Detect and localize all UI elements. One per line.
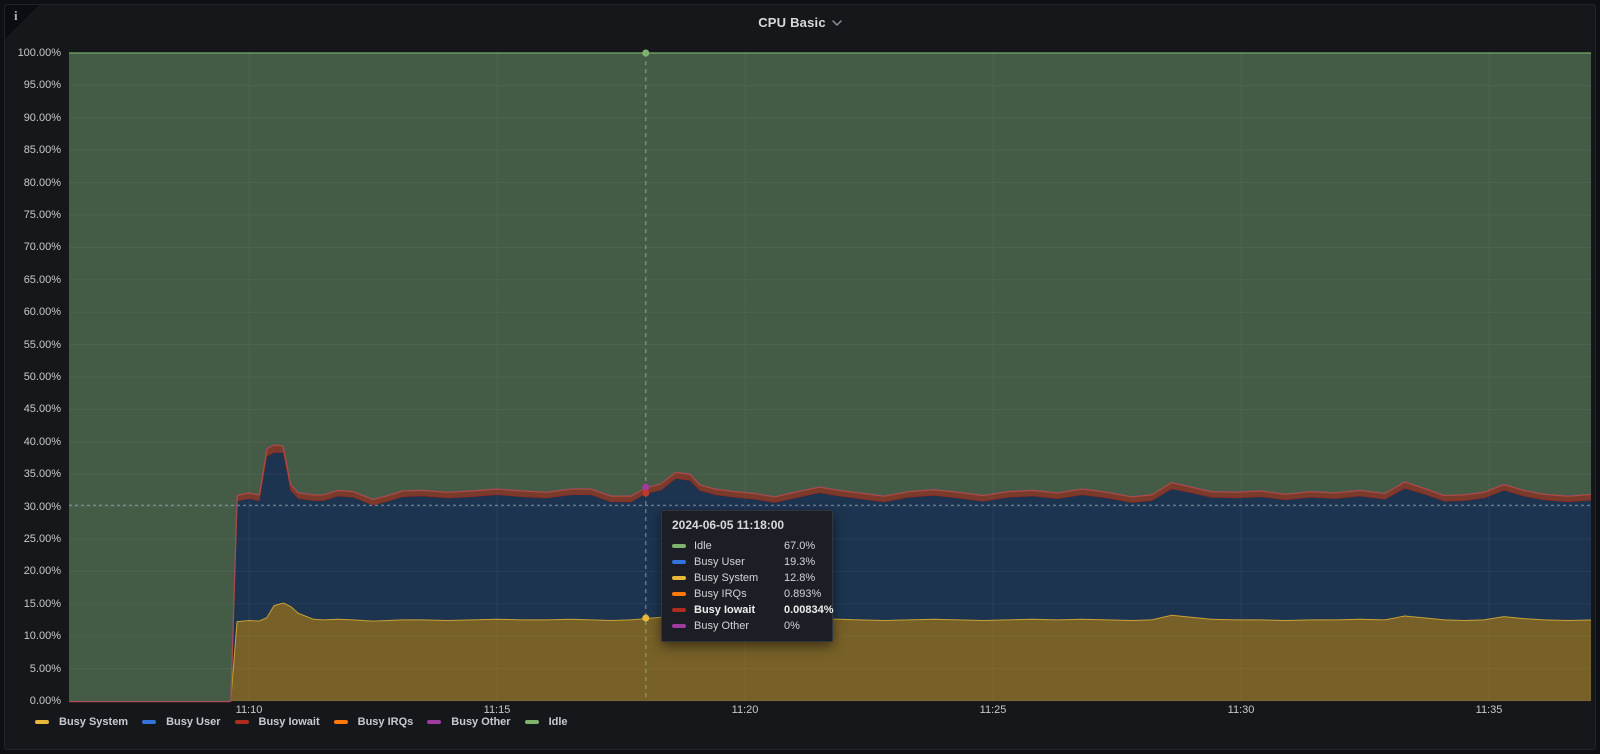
legend-item-busy-system[interactable]: Busy System bbox=[35, 716, 128, 728]
tooltip-rows: Idle 67.0% Busy User 19.3% Busy System 12.8% B… bbox=[672, 538, 834, 634]
panel-info-corner[interactable]: i bbox=[5, 5, 41, 41]
tooltip-series-label: Busy System bbox=[694, 572, 759, 584]
tooltip-series-swatch-icon bbox=[672, 544, 686, 548]
panel-header-menu[interactable]: CPU Basic bbox=[5, 5, 1595, 39]
tooltip-series-label: Busy IRQs bbox=[694, 588, 747, 600]
legend: Busy System Busy User Busy Iowait Busy IRQs… bbox=[35, 716, 568, 728]
info-icon: i bbox=[14, 8, 18, 23]
tooltip-row: Busy Iowait 0.00834% bbox=[672, 602, 834, 618]
tooltip-row: Busy User 19.3% bbox=[672, 554, 822, 570]
legend-item-idle[interactable]: Idle bbox=[524, 716, 568, 728]
chevron-down-icon bbox=[832, 19, 842, 26]
tooltip-series-label: Busy Other bbox=[694, 620, 750, 632]
tooltip-row: Busy Other 0% bbox=[672, 618, 822, 634]
legend-item-label: Busy User bbox=[166, 716, 221, 728]
legend-swatch-icon bbox=[333, 720, 348, 724]
legend-item-busy-user[interactable]: Busy User bbox=[142, 716, 221, 728]
legend-swatch-icon bbox=[35, 720, 49, 724]
legend-item-label: Busy IRQs bbox=[357, 716, 414, 728]
tooltip-series-label: Busy Iowait bbox=[694, 604, 756, 616]
hover-marker-dot bbox=[642, 489, 650, 497]
tooltip-series-label: Busy User bbox=[694, 556, 745, 568]
hover-marker-dot bbox=[642, 614, 650, 622]
tooltip-series-label: Idle bbox=[694, 540, 712, 552]
legend-item-label: Busy Iowait bbox=[258, 716, 320, 728]
legend-item-busy-iowait[interactable]: Busy Iowait bbox=[234, 716, 320, 728]
tooltip-row: Busy IRQs 0.893% bbox=[672, 586, 822, 602]
tooltip-series-value: 0.00834% bbox=[784, 604, 834, 616]
tooltip-series-swatch-icon bbox=[672, 624, 686, 628]
tooltip-series-value: 12.8% bbox=[784, 572, 816, 584]
tooltip-timestamp: 2024-06-05 11:18:00 bbox=[672, 518, 785, 532]
legend-item-label: Busy Other bbox=[451, 716, 511, 728]
tooltip-series-value: 67.0% bbox=[784, 540, 816, 552]
hover-marker-dot bbox=[642, 49, 650, 57]
tooltip-series-value: 19.3% bbox=[784, 556, 816, 568]
tooltip-series-swatch-icon bbox=[672, 560, 686, 564]
legend-item-label: Idle bbox=[548, 716, 568, 728]
legend-swatch-icon bbox=[142, 720, 157, 724]
tooltip-series-value: 0% bbox=[784, 620, 800, 632]
info-corner-triangle bbox=[5, 5, 39, 39]
panel-title: CPU Basic bbox=[758, 14, 826, 30]
legend-swatch-icon bbox=[234, 720, 249, 724]
tooltip-row: Busy System 12.8% bbox=[672, 570, 822, 586]
tooltip-series-swatch-icon bbox=[672, 576, 686, 580]
legend-item-label: Busy System bbox=[59, 716, 129, 728]
grafana-panel: i CPU Basic 100.00% 95.00% 90.00% 85.00% 80.… bbox=[4, 4, 1596, 750]
legend-item-busy-irqs[interactable]: Busy IRQs bbox=[333, 716, 414, 728]
legend-swatch-icon bbox=[524, 720, 539, 724]
legend-item-busy-other[interactable]: Busy Other bbox=[427, 716, 511, 728]
tooltip-series-value: 0.893% bbox=[784, 588, 822, 600]
legend-swatch-icon bbox=[427, 720, 442, 724]
tooltip-row: Idle 67.0% bbox=[672, 538, 822, 554]
tooltip-series-swatch-icon bbox=[672, 592, 686, 596]
tooltip: 2024-06-05 11:18:00 Idle 67.0% Busy User 19… bbox=[661, 510, 834, 642]
tooltip-series-swatch-icon bbox=[672, 608, 686, 612]
